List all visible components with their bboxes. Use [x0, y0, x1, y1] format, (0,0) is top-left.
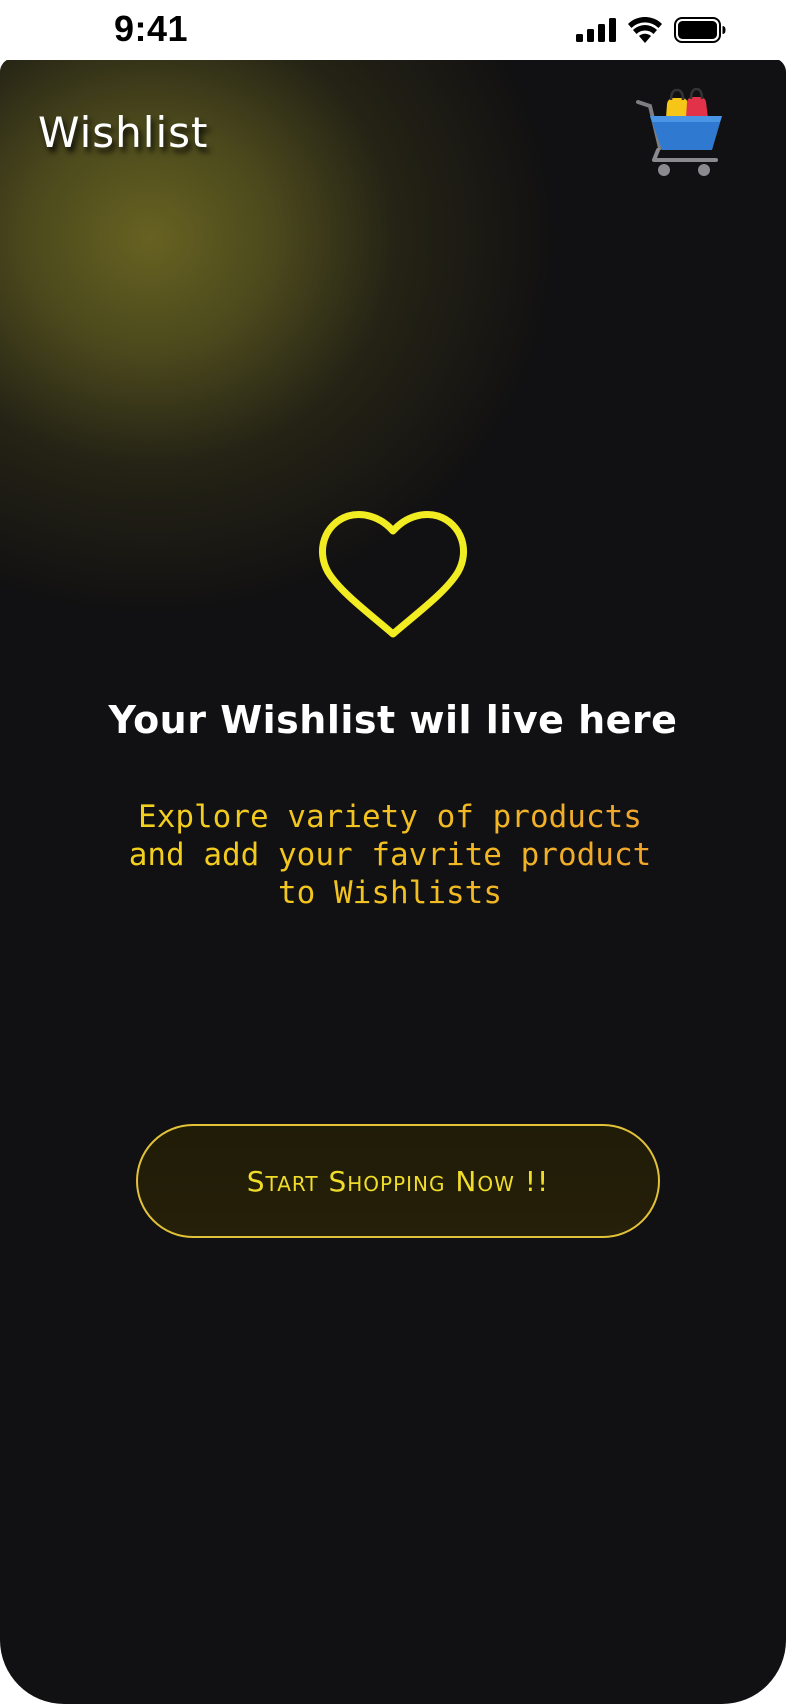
- empty-state-description: Explore variety of products and add your…: [80, 798, 700, 912]
- status-icons: [576, 16, 726, 47]
- empty-state-title: Your Wishlist wil live here: [108, 698, 678, 742]
- start-shopping-button[interactable]: Start Shopping Now !!: [136, 1124, 660, 1238]
- wifi-icon: [628, 16, 662, 47]
- status-bar: 9:41: [0, 0, 786, 60]
- status-time: 9:41: [114, 8, 189, 49]
- page-title: Wishlist: [38, 108, 209, 157]
- signal-icon: [576, 18, 616, 46]
- start-shopping-label: Start Shopping Now !!: [246, 1164, 550, 1198]
- heart-outline-icon: [310, 496, 476, 682]
- battery-icon: [674, 17, 726, 47]
- wishlist-screen: Wishlist Your Wishlist wil live here Exp…: [0, 58, 786, 1704]
- shopping-cart-icon[interactable]: [636, 87, 726, 180]
